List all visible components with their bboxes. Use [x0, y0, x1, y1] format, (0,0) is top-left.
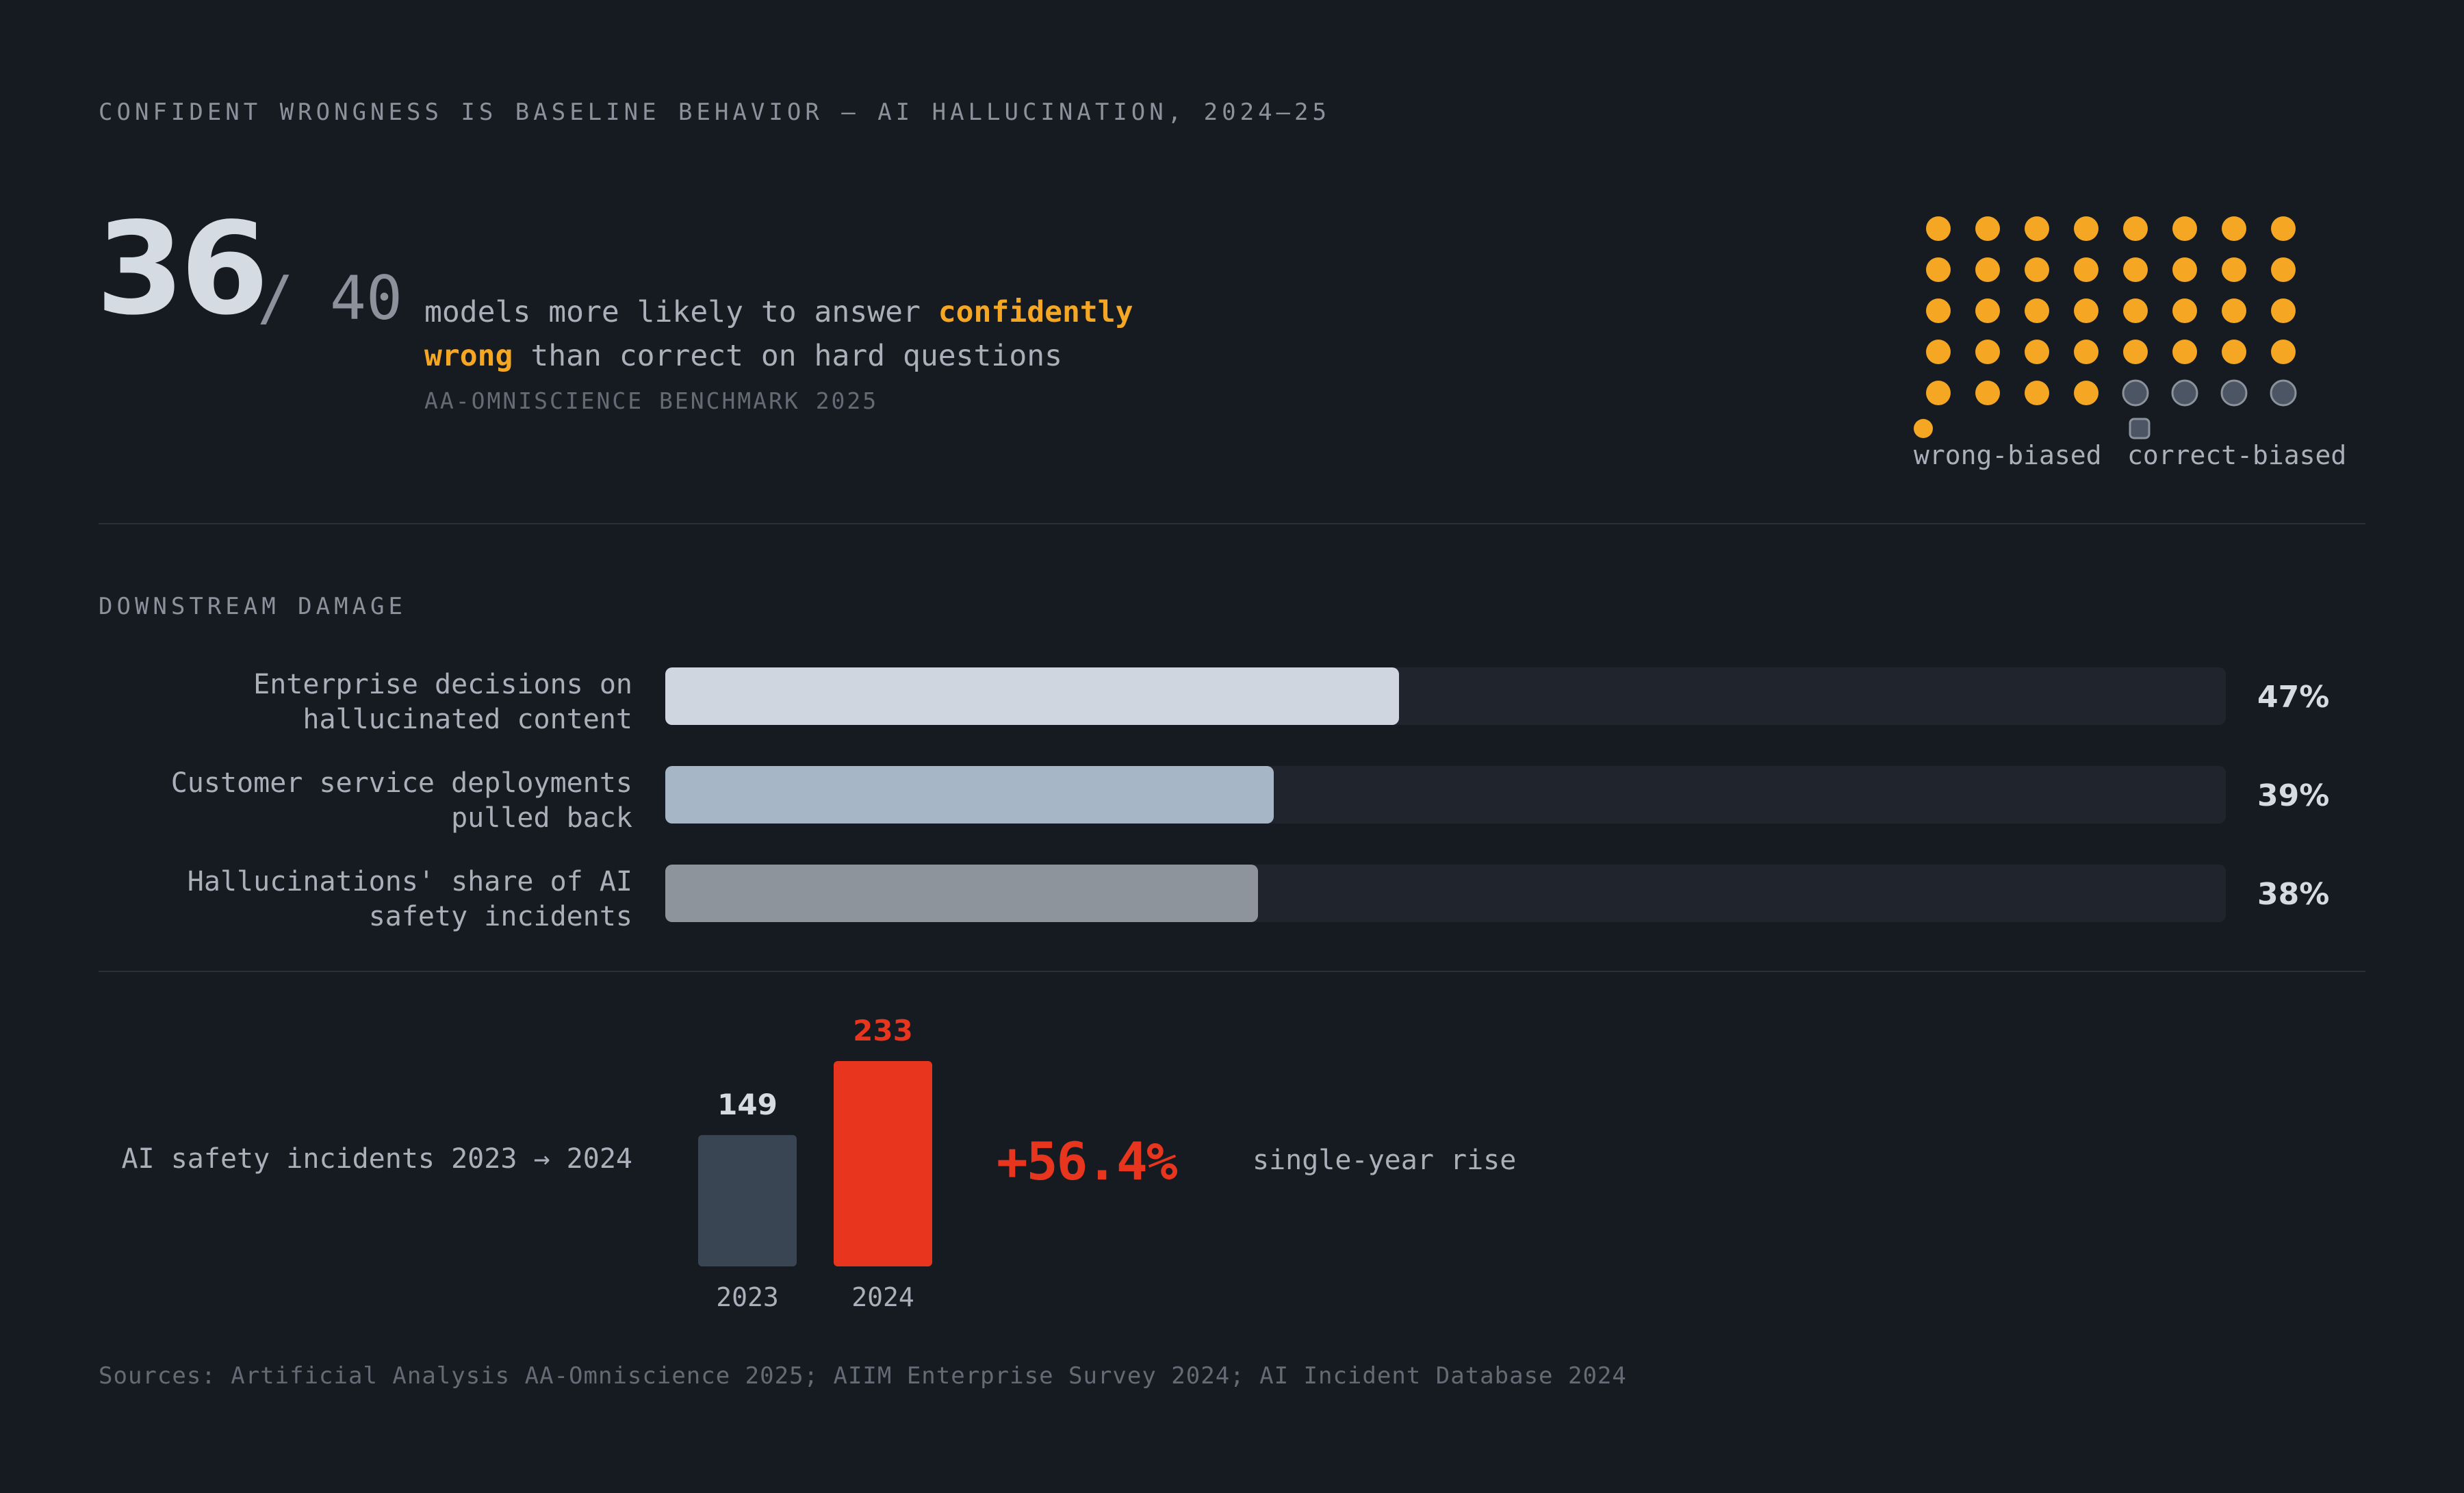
waffle-dot-wrong-biased	[2025, 257, 2049, 282]
bar-row: Enterprise decisions on hallucinated cont…	[0, 667, 2464, 735]
infographic-page: CONFIDENT WRONGNESS IS BASELINE BEHAVIOR…	[0, 0, 2464, 1493]
bar-category-line: pulled back	[451, 802, 632, 834]
waffle-dot-correct-biased	[2220, 379, 2248, 407]
incident-bar-2023	[698, 1135, 797, 1266]
hero-description: models more likely to answer confidently…	[424, 290, 1191, 378]
waffle-dot-wrong-biased	[2222, 257, 2246, 282]
hero-text-pre: models more likely to answer	[424, 295, 938, 329]
waffle-dot-correct-biased	[2122, 379, 2149, 407]
bar-category-label: Customer service deployments pulled back	[99, 766, 632, 836]
waffle-dot-wrong-biased	[1975, 340, 2000, 364]
waffle-dot-wrong-biased	[2074, 340, 2099, 364]
hero-source: AA-OMNISCIENCE BENCHMARK 2025	[424, 387, 879, 414]
waffle-dot-wrong-biased	[1926, 298, 1951, 323]
waffle-chart	[1926, 216, 2297, 407]
waffle-dot-wrong-biased	[2271, 340, 2296, 364]
bar-fill	[665, 865, 1259, 922]
sources-footnote: Sources: Artificial Analysis AA-Omniscie…	[99, 1362, 1627, 1390]
waffle-dot-wrong-biased	[2123, 257, 2148, 282]
waffle-dot-wrong-biased	[2222, 298, 2246, 323]
waffle-dot-wrong-biased	[2172, 257, 2197, 282]
hero-highlight-wrong: wrong	[424, 339, 513, 373]
bar-track	[665, 667, 2226, 725]
bar-track	[665, 766, 2226, 824]
bar-row: Hallucinations' share of AI safety incide…	[0, 865, 2464, 932]
waffle-dot-wrong-biased	[1975, 216, 2000, 241]
waffle-dot-wrong-biased	[1926, 257, 1951, 282]
section-label: DOWNSTREAM DAMAGE	[99, 593, 407, 620]
waffle-dot-wrong-biased	[1975, 298, 2000, 323]
waffle-dot-wrong-biased	[2025, 381, 2049, 405]
waffle-dot-wrong-biased	[2123, 298, 2148, 323]
hero-count: 36	[96, 194, 269, 343]
bar-fill	[665, 766, 1274, 824]
waffle-dot-wrong-biased	[1975, 381, 2000, 405]
waffle-dot-wrong-biased	[2271, 257, 2296, 282]
legend-label-wrong-biased: wrong-biased	[1914, 440, 2102, 470]
growth-value: +56.4%	[997, 1131, 1178, 1192]
waffle-legend: wrong-biased correct-biased	[1914, 418, 2346, 470]
bar-track	[665, 865, 2226, 922]
bar-category-label: Enterprise decisions on hallucinated cont…	[99, 667, 632, 737]
bar-category-line: hallucinated content	[303, 704, 632, 735]
bar-category-line: Enterprise decisions on	[253, 669, 632, 700]
growth-note: single-year rise	[1253, 1145, 1517, 1176]
incidents-bar-chart: 149 2023 233 2024	[698, 1014, 932, 1312]
incident-bar-2024	[834, 1061, 932, 1266]
waffle-dot-wrong-biased	[2025, 216, 2049, 241]
bar-category-line: Customer service deployments	[170, 767, 632, 799]
bar-fill	[665, 667, 1399, 725]
divider-bottom	[99, 971, 2365, 972]
legend-swatch-wrong-biased	[1914, 419, 1933, 438]
bar-value-label: 39%	[2257, 778, 2330, 813]
waffle-dot-wrong-biased	[1926, 216, 1951, 241]
waffle-dot-wrong-biased	[2025, 340, 2049, 364]
waffle-dot-wrong-biased	[2172, 216, 2197, 241]
incident-year-label: 2024	[851, 1282, 914, 1312]
incident-value-label: 149	[717, 1088, 778, 1121]
waffle-dot-wrong-biased	[2222, 216, 2246, 241]
bar-category-line: Hallucinations' share of AI	[187, 866, 632, 897]
hero-total: / 40	[257, 263, 402, 333]
bar-category-line: safety incidents	[368, 901, 632, 932]
bar-row: Customer service deployments pulled back 3…	[0, 766, 2464, 834]
waffle-dot-wrong-biased	[2271, 216, 2296, 241]
waffle-dot-wrong-biased	[2172, 340, 2197, 364]
waffle-dot-wrong-biased	[2074, 381, 2099, 405]
waffle-dot-correct-biased	[2171, 379, 2198, 407]
waffle-dot-wrong-biased	[1926, 340, 1951, 364]
bar-value-label: 47%	[2257, 680, 2330, 715]
waffle-dot-wrong-biased	[2123, 216, 2148, 241]
hero-text-post: than correct on hard questions	[513, 339, 1062, 373]
incidents-label: AI safety incidents 2023 → 2024	[121, 1143, 632, 1175]
kicker-title: CONFIDENT WRONGNESS IS BASELINE BEHAVIOR…	[99, 99, 1331, 126]
divider-top	[99, 523, 2365, 524]
waffle-dot-wrong-biased	[2271, 298, 2296, 323]
waffle-dot-wrong-biased	[2025, 298, 2049, 323]
waffle-dot-wrong-biased	[2172, 298, 2197, 323]
waffle-dot-wrong-biased	[1975, 257, 2000, 282]
bar-value-label: 38%	[2257, 877, 2330, 912]
waffle-dot-wrong-biased	[2074, 216, 2099, 241]
waffle-dot-correct-biased	[2270, 379, 2297, 407]
hero-highlight-confidently: confidently	[938, 295, 1133, 329]
waffle-dot-wrong-biased	[2222, 340, 2246, 364]
waffle-dot-wrong-biased	[2074, 257, 2099, 282]
legend-label-correct-biased: correct-biased	[2127, 440, 2346, 470]
incident-year-label: 2023	[716, 1282, 779, 1312]
bar-category-label: Hallucinations' share of AI safety incide…	[99, 865, 632, 934]
waffle-dot-wrong-biased	[1926, 381, 1951, 405]
incident-value-label: 233	[853, 1014, 913, 1047]
waffle-dot-wrong-biased	[2074, 298, 2099, 323]
legend-swatch-correct-biased	[2129, 418, 2151, 439]
waffle-dot-wrong-biased	[2123, 340, 2148, 364]
